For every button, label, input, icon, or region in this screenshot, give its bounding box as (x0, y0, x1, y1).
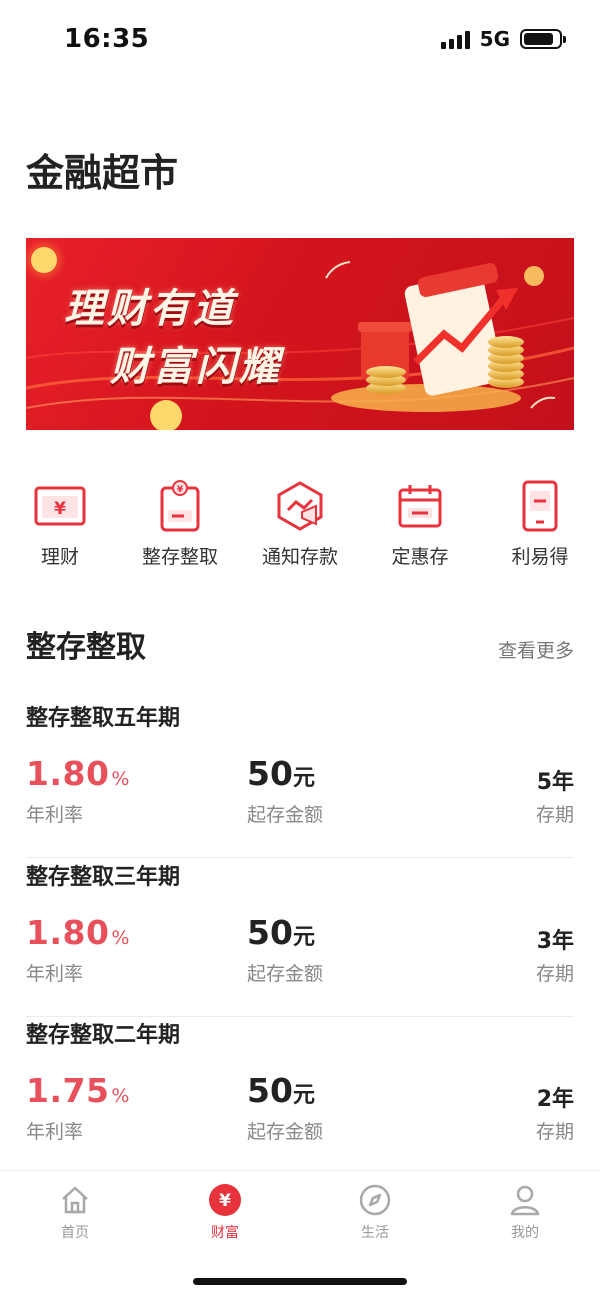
divider (26, 857, 574, 858)
status-time: 16:35 (64, 24, 150, 54)
amount-unit: 元 (292, 925, 315, 950)
status-bar: 16:35 5G (0, 0, 600, 80)
tab-label: 首页 (61, 1225, 89, 1241)
term-value: 3年 (536, 929, 574, 954)
yuan-circle-icon: ¥ (208, 1183, 242, 1217)
battery-level (524, 33, 553, 45)
quick-entry-label: 利易得 (511, 546, 569, 568)
svg-text:¥: ¥ (54, 499, 66, 519)
svg-text:¥: ¥ (219, 1191, 231, 1211)
product-card[interactable]: 整存整取五年期 1.80% 50元 5年 年利率 起存金额 存期 (26, 700, 574, 858)
rate-unit: % (111, 768, 130, 790)
tab-home[interactable]: 首页 (25, 1183, 125, 1242)
interest-rate: 1.75% (26, 1071, 129, 1110)
home-indicator (193, 1278, 407, 1285)
rate-label: 年利率 (26, 1121, 84, 1143)
quick-entry-label: 理财 (40, 546, 79, 568)
term-label: 存期 (535, 804, 574, 826)
app-screen: 16:35 5G 金融超市 理财有道 财富闪耀 ¥ 理财 ¥ 整存整取 通知存款… (0, 0, 600, 1299)
banner-headline-2: 财富闪耀 (110, 344, 282, 390)
product-name: 整存整取五年期 (26, 706, 181, 731)
term-label: 存期 (535, 1121, 574, 1143)
calendar-icon (390, 476, 450, 536)
product-name: 整存整取二年期 (26, 1023, 181, 1048)
battery-icon (520, 29, 566, 49)
amount-unit: 元 (292, 1083, 315, 1108)
term-label: 存期 (535, 963, 574, 985)
rate-value: 1.80 (26, 913, 110, 952)
promo-banner[interactable]: 理财有道 财富闪耀 (26, 238, 574, 430)
page-title: 金融超市 (26, 151, 179, 195)
svg-text:¥: ¥ (177, 485, 184, 495)
min-amount: 50元 (247, 1071, 315, 1110)
compass-icon (358, 1183, 392, 1217)
product-card[interactable]: 整存整取二年期 1.75% 50元 2年 年利率 起存金额 存期 (26, 1017, 574, 1175)
min-amount: 50元 (247, 754, 315, 793)
interest-rate: 1.80% (26, 754, 129, 793)
section-title: 整存整取 (26, 630, 146, 665)
tab-label: 财富 (211, 1225, 239, 1241)
term-value: 5年 (536, 770, 574, 795)
tab-life[interactable]: 生活 (325, 1183, 425, 1242)
amount-value: 50 (247, 1071, 293, 1110)
amount-unit: 元 (292, 766, 315, 791)
view-more-link[interactable]: 查看更多 (498, 636, 574, 663)
product-card[interactable]: 整存整取三年期 1.80% 50元 3年 年利率 起存金额 存期 (26, 859, 574, 1017)
phone-icon (510, 476, 570, 536)
rate-unit: % (111, 927, 130, 949)
amount-label: 起存金额 (247, 1121, 324, 1143)
banner-artwork (26, 238, 574, 430)
quick-entry-zhengcun[interactable]: ¥ 整存整取 (120, 476, 240, 576)
amount-value: 50 (247, 913, 293, 952)
quick-entry-dinghui[interactable]: 定惠存 (360, 476, 480, 576)
amount-label: 起存金额 (247, 963, 324, 985)
wallet-yuan-icon: ¥ (30, 476, 90, 536)
status-indicators: 5G (440, 27, 566, 51)
rate-unit: % (111, 1085, 130, 1107)
rate-label: 年利率 (26, 963, 84, 985)
banner-headline-1: 理财有道 (64, 286, 236, 332)
rate-value: 1.75 (26, 1071, 110, 1110)
user-icon (508, 1183, 542, 1217)
quick-entry-licai[interactable]: ¥ 理财 (0, 476, 120, 576)
quick-entry-label: 整存整取 (141, 546, 218, 568)
interest-rate: 1.80% (26, 913, 129, 952)
rate-value: 1.80 (26, 754, 110, 793)
megaphone-icon (270, 476, 330, 536)
quick-entry-grid: ¥ 理财 ¥ 整存整取 通知存款 定惠存 利易得 (0, 476, 600, 576)
tab-label: 生活 (361, 1225, 389, 1241)
tab-wealth[interactable]: ¥ 财富 (175, 1183, 275, 1242)
signal-icon (440, 29, 470, 49)
network-type: 5G (479, 27, 510, 51)
amount-value: 50 (247, 754, 293, 793)
tab-mine[interactable]: 我的 (475, 1183, 575, 1242)
home-icon (58, 1183, 92, 1217)
term-value: 2年 (536, 1087, 574, 1112)
rate-label: 年利率 (26, 804, 84, 826)
min-amount: 50元 (247, 913, 315, 952)
quick-entry-label: 定惠存 (391, 546, 449, 568)
tab-label: 我的 (511, 1225, 539, 1241)
quick-entry-tongzhi[interactable]: 通知存款 (240, 476, 360, 576)
document-yuan-icon: ¥ (150, 476, 210, 536)
product-name: 整存整取三年期 (26, 865, 181, 890)
amount-label: 起存金额 (247, 804, 324, 826)
quick-entry-liyide[interactable]: 利易得 (480, 476, 600, 576)
quick-entry-label: 通知存款 (261, 546, 338, 568)
